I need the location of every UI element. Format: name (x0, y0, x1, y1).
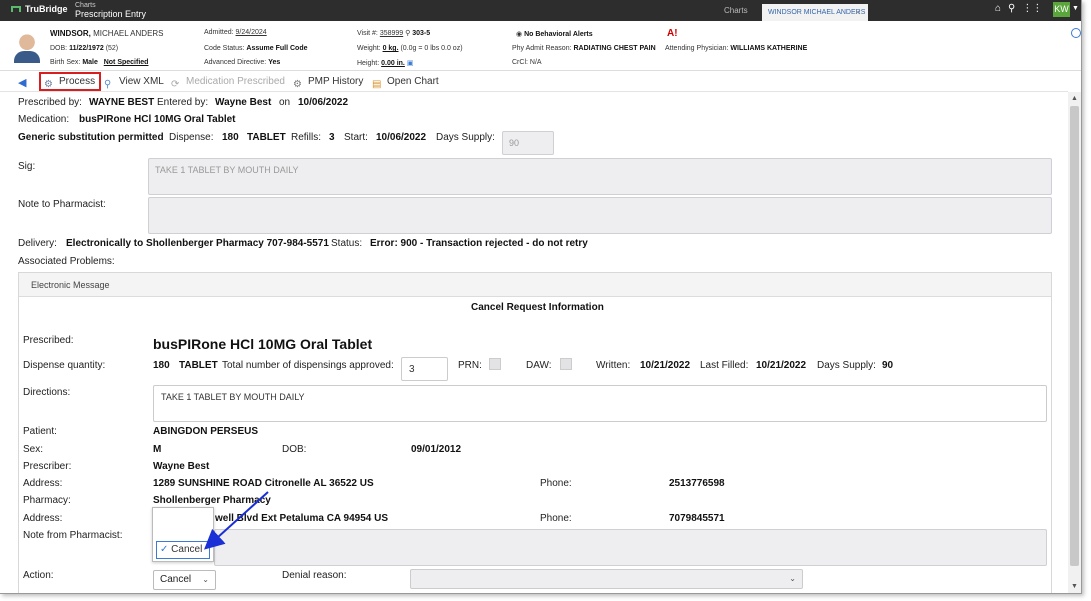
em-directions-label: Directions: (23, 387, 71, 398)
em-dispense-unit: TABLET (179, 360, 218, 371)
em-note-from-pharmacist-label: Note from Pharmacist: (23, 530, 123, 541)
em-prescriber-label: Prescriber: (23, 461, 72, 472)
em-address: 1289 SUNSHINE ROAD Citronelle AL 36522 U… (153, 478, 374, 489)
scroll-down-icon[interactable]: ▼ (1071, 583, 1078, 590)
checkmark-icon: ✓ (160, 544, 169, 555)
em-last-filled-label: Last Filled: (700, 360, 749, 371)
em-prescribed-drug: busPIRone HCl 10MG Oral Tablet (153, 336, 373, 352)
em-prescribed-label: Prescribed: (23, 335, 74, 346)
em-action-label: Action: (23, 570, 54, 581)
cancel-request-heading: Cancel Request Information (471, 302, 604, 313)
em-pharmacy-phone: 7079845571 (669, 513, 725, 524)
em-dispense-qty: 180 (153, 360, 170, 371)
em-directions-field[interactable]: TAKE 1 TABLET BY MOUTH DAILY (153, 385, 1047, 422)
chevron-down-icon[interactable]: ▼ (1072, 5, 1079, 12)
chevron-down-icon: ⌄ (202, 575, 209, 584)
em-pharmacy-address: well Blvd Ext Petaluma CA 94954 US (215, 513, 389, 524)
em-note-from-pharmacist-field[interactable] (214, 529, 1047, 566)
em-sex-label: Sex: (23, 444, 44, 455)
em-written-date: 10/21/2022 (640, 360, 691, 371)
action-select[interactable]: Cancel ⌄ (153, 570, 216, 590)
em-last-filled-date: 10/21/2022 (756, 360, 807, 371)
em-dispense-qty-label: Dispense quantity: (23, 360, 106, 371)
em-address-label: Address: (23, 478, 63, 489)
chat-icon[interactable] (1071, 28, 1081, 38)
chevron-down-icon: ⌄ (789, 574, 796, 583)
em-prn-label: PRN: (458, 360, 482, 371)
em-total-dispensings-field[interactable]: 3 (401, 357, 448, 381)
em-daw-label: DAW: (526, 360, 552, 371)
vertical-scrollbar[interactable]: ▲ ▼ (1068, 92, 1081, 593)
em-pharmacy-phone-label: Phone: (540, 513, 572, 524)
scroll-up-icon[interactable]: ▲ (1071, 95, 1078, 102)
em-dob-label: DOB: (282, 444, 307, 455)
em-phone-label: Phone: (540, 478, 572, 489)
scrollbar-thumb[interactable] (1070, 106, 1079, 566)
em-patient-label: Patient: (23, 426, 57, 437)
em-prescriber: Wayne Best (153, 461, 210, 472)
em-daw-checkbox[interactable] (560, 358, 572, 370)
denial-reason-label: Denial reason: (282, 570, 347, 581)
em-dob: 09/01/2012 (411, 444, 462, 455)
em-written-label: Written: (596, 360, 631, 371)
dropdown-option-cancel[interactable]: ✓ Cancel (156, 541, 210, 559)
em-patient-name: ABINGDON PERSEUS (153, 426, 259, 437)
em-days-supply: 90 (882, 360, 894, 371)
em-pharmacy: Shollenberger Pharmacy (153, 495, 271, 506)
action-dropdown-menu: ✓ Cancel (152, 507, 214, 562)
denial-reason-select[interactable]: ⌄ (410, 569, 803, 589)
em-sex: M (153, 444, 162, 455)
cancel-request-block: Cancel Request Information Prescribed: b… (0, 0, 1068, 593)
em-prn-checkbox[interactable] (489, 358, 501, 370)
em-pharmacy-label: Pharmacy: (23, 495, 71, 506)
em-phone: 2513776598 (669, 478, 725, 489)
em-total-dispensings-label: Total number of dispensings approved: (222, 360, 394, 371)
page-margin-right (1081, 0, 1091, 601)
em-days-supply-label: Days Supply: (817, 360, 876, 371)
em-pharmacy-address-label: Address: (23, 513, 63, 524)
page-margin-bottom (0, 593, 1081, 601)
